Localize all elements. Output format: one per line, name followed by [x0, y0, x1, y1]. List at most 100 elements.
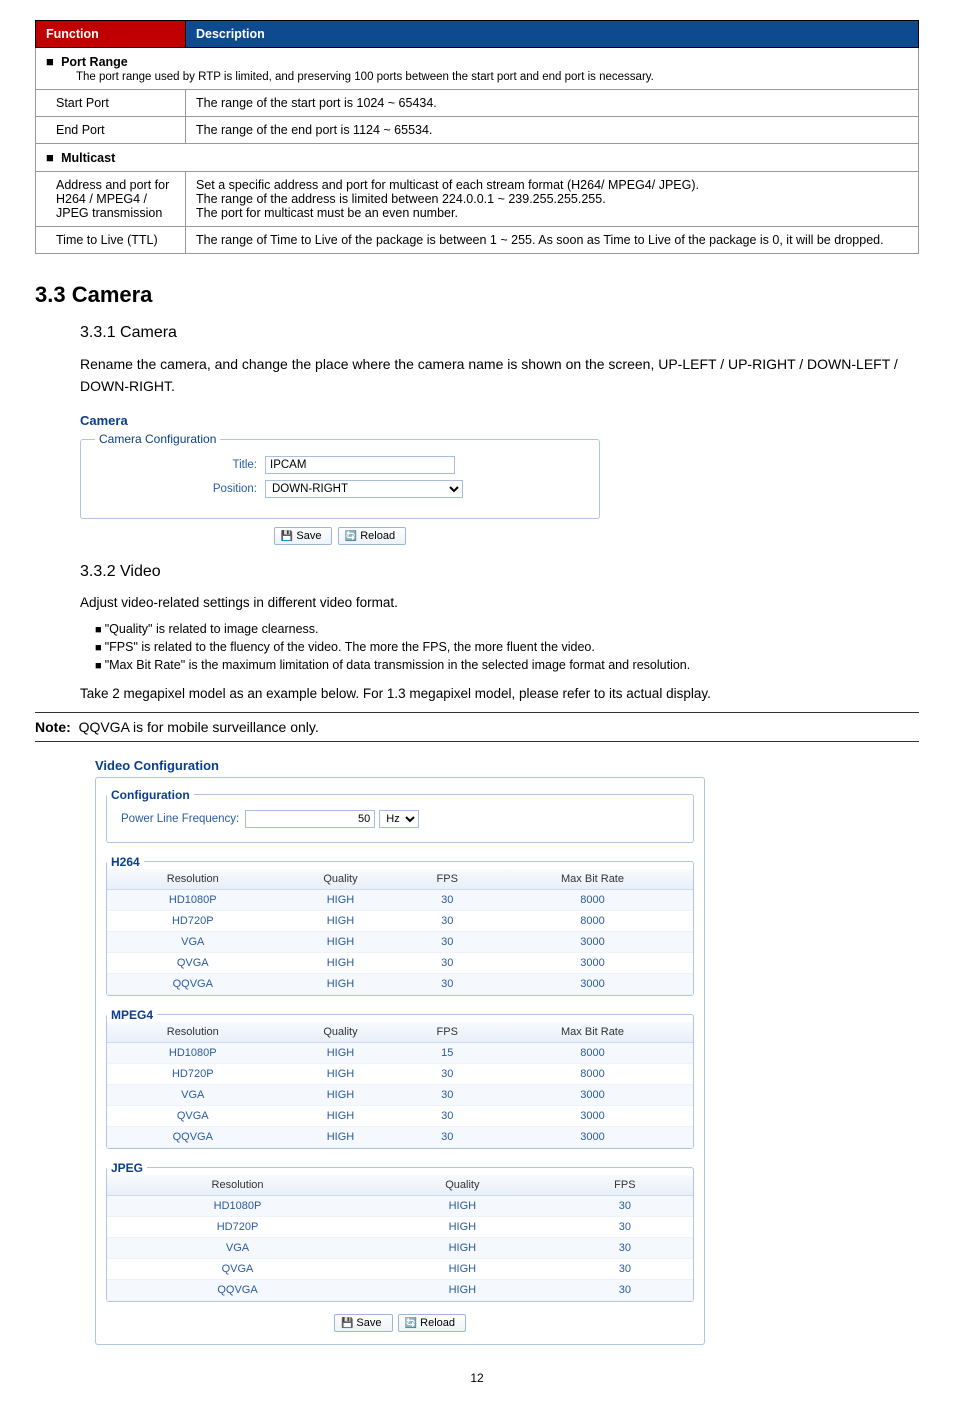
table-cell: HIGH: [279, 889, 403, 910]
table-cell: QQVGA: [107, 973, 279, 994]
mpeg4-table: ResolutionQualityFPSMax Bit RateHD1080PH…: [107, 1022, 693, 1148]
jpeg-legend: JPEG: [107, 1161, 147, 1175]
section-heading-camera: 3.3 Camera: [35, 282, 919, 308]
table-cell: HIGH: [368, 1279, 557, 1300]
camera-panel-title: Camera: [80, 413, 600, 428]
table-cell: HD1080P: [107, 889, 279, 910]
h264-fieldset: H264ResolutionQualityFPSMax Bit RateHD10…: [106, 855, 694, 996]
table-cell: QVGA: [107, 1105, 279, 1126]
table-row[interactable]: HD720PHIGH30: [107, 1216, 693, 1237]
table-cell: 30: [402, 1084, 492, 1105]
camera-config-legend: Camera Configuration: [95, 432, 220, 446]
camera-panel: Camera Camera Configuration Title: Posit…: [80, 413, 600, 545]
column-header: Max Bit Rate: [492, 869, 693, 890]
table-cell: 30: [557, 1237, 693, 1258]
power-line-unit-select[interactable]: Hz: [379, 810, 419, 828]
table-cell: HIGH: [368, 1258, 557, 1279]
ttl-label: Time to Live (TTL): [36, 227, 186, 254]
func-header-right: Description: [186, 21, 919, 48]
table-cell: HIGH: [368, 1216, 557, 1237]
video-reload-button[interactable]: 🔄Reload: [398, 1314, 466, 1332]
end-port-label: End Port: [36, 117, 186, 144]
subsection-video: 3.3.2 Video: [80, 563, 919, 581]
table-cell: HIGH: [279, 1105, 403, 1126]
table-row[interactable]: HD720PHIGH308000: [107, 910, 693, 931]
table-cell: 30: [557, 1195, 693, 1216]
table-cell: QQVGA: [107, 1279, 368, 1300]
table-cell: 30: [402, 931, 492, 952]
video-paragraph: Adjust video-related settings in differe…: [80, 593, 907, 613]
multicast-title: Multicast: [61, 151, 115, 165]
reload-icon: 🔄: [345, 531, 357, 542]
table-row[interactable]: QVGAHIGH30: [107, 1258, 693, 1279]
port-range-desc: The port range used by RTP is limited, a…: [46, 71, 908, 83]
func-header-left: Function: [36, 21, 186, 48]
table-cell: 30: [402, 973, 492, 994]
position-select[interactable]: DOWN-RIGHT: [265, 480, 463, 498]
video-bullets: "Quality" is related to image clearness.…: [95, 622, 919, 672]
table-cell: VGA: [107, 931, 279, 952]
table-cell: 30: [402, 910, 492, 931]
port-range-section: ■ Port Range The port range used by RTP …: [36, 48, 919, 90]
table-cell: 3000: [492, 1126, 693, 1147]
addr-port-desc: Set a specific address and port for mult…: [186, 172, 919, 227]
table-row[interactable]: HD1080PHIGH158000: [107, 1042, 693, 1063]
reload-icon: 🔄: [405, 1318, 417, 1329]
table-row[interactable]: VGAHIGH303000: [107, 931, 693, 952]
column-header: Quality: [279, 869, 403, 890]
table-cell: HIGH: [279, 1042, 403, 1063]
table-row[interactable]: VGAHIGH303000: [107, 1084, 693, 1105]
h264-table: ResolutionQualityFPSMax Bit RateHD1080PH…: [107, 869, 693, 995]
page-number: 12: [35, 1371, 919, 1385]
function-table: Function Description ■ Port Range The po…: [35, 20, 919, 254]
table-row[interactable]: QQVGAHIGH303000: [107, 1126, 693, 1147]
table-cell: VGA: [107, 1237, 368, 1258]
title-input[interactable]: [265, 456, 455, 474]
table-row[interactable]: HD720PHIGH308000: [107, 1063, 693, 1084]
mpeg4-legend: MPEG4: [107, 1008, 157, 1022]
table-cell: VGA: [107, 1084, 279, 1105]
jpeg-table: ResolutionQualityFPSHD1080PHIGH30HD720PH…: [107, 1175, 693, 1301]
table-cell: HIGH: [368, 1237, 557, 1258]
table-cell: HIGH: [279, 910, 403, 931]
position-label: Position:: [95, 483, 265, 495]
table-cell: 3000: [492, 931, 693, 952]
power-line-label: Power Line Frequency:: [121, 813, 239, 825]
bullet-quality: "Quality" is related to image clearness.: [95, 622, 919, 636]
save-icon: 💾: [341, 1318, 353, 1329]
table-row[interactable]: HD1080PHIGH30: [107, 1195, 693, 1216]
video-save-button[interactable]: 💾Save: [334, 1314, 393, 1332]
reload-button[interactable]: 🔄Reload: [338, 527, 406, 545]
video-panel: Video Configuration Configuration Power …: [95, 758, 705, 1345]
table-cell: 30: [402, 1063, 492, 1084]
power-line-input[interactable]: [245, 810, 375, 828]
save-button[interactable]: 💾Save: [274, 527, 333, 545]
h264-legend: H264: [107, 855, 144, 869]
note-row: Note: QQVGA is for mobile surveillance o…: [35, 712, 919, 742]
camera-config-fieldset: Camera Configuration Title: Position: DO…: [80, 432, 600, 519]
column-header: Resolution: [107, 869, 279, 890]
table-row[interactable]: QQVGAHIGH303000: [107, 973, 693, 994]
video-config-outer-fieldset: Configuration Power Line Frequency: Hz H…: [95, 777, 705, 1345]
table-cell: HD1080P: [107, 1195, 368, 1216]
end-port-desc: The range of the end port is 1124 ~ 6553…: [186, 117, 919, 144]
configuration-legend: Configuration: [107, 788, 194, 802]
column-header: Resolution: [107, 1175, 368, 1196]
table-cell: QVGA: [107, 952, 279, 973]
subsection-camera: 3.3.1 Camera: [80, 324, 919, 342]
table-cell: QVGA: [107, 1258, 368, 1279]
table-row[interactable]: QQVGAHIGH30: [107, 1279, 693, 1300]
table-cell: 30: [557, 1258, 693, 1279]
table-cell: 8000: [492, 1042, 693, 1063]
table-cell: HIGH: [368, 1195, 557, 1216]
table-cell: QQVGA: [107, 1126, 279, 1147]
column-header: Resolution: [107, 1022, 279, 1043]
mpeg4-fieldset: MPEG4ResolutionQualityFPSMax Bit RateHD1…: [106, 1008, 694, 1149]
table-cell: 30: [402, 1105, 492, 1126]
table-row[interactable]: QVGAHIGH303000: [107, 952, 693, 973]
table-row[interactable]: QVGAHIGH303000: [107, 1105, 693, 1126]
table-row[interactable]: VGAHIGH30: [107, 1237, 693, 1258]
table-row[interactable]: HD1080PHIGH308000: [107, 889, 693, 910]
table-cell: 8000: [492, 889, 693, 910]
start-port-desc: The range of the start port is 1024 ~ 65…: [186, 90, 919, 117]
